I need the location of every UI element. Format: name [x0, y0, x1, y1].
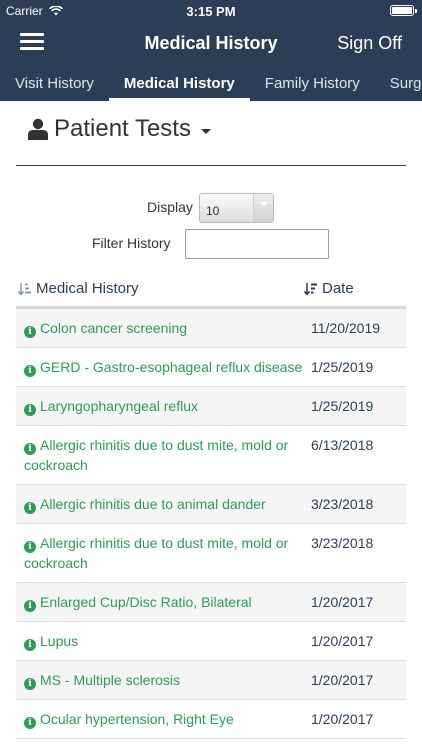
table-row: i Lupus 1/20/2017	[16, 622, 406, 661]
display-label: Display	[147, 199, 193, 215]
condition-name: Laryngopharyngeal reflux	[40, 398, 198, 414]
condition-name: GERD - Gastro-esophageal reflux disease	[40, 359, 303, 375]
table-row: i Laryngopharyngeal reflux 1/25/2019	[16, 387, 406, 426]
tab-family-history[interactable]: Family History	[250, 64, 375, 101]
medical-history-table: i Colon cancer screening 11/20/2019 i GERD…	[16, 309, 406, 739]
display-count-select[interactable]: 10	[199, 193, 274, 223]
info-icon: i	[24, 502, 36, 514]
condition-link[interactable]: i Allergic rhinitis due to dust mite, mol…	[16, 435, 303, 475]
table-row: i Allergic rhinitis due to dust mite, mol…	[16, 524, 406, 583]
condition-date: 11/20/2019	[311, 320, 381, 336]
app-header: Carrier 3:15 PM Medical History Sign Off…	[0, 0, 422, 101]
select-arrow-icon	[253, 194, 273, 222]
status-time: 3:15 PM	[186, 4, 236, 19]
filter-history-input[interactable]	[185, 229, 329, 259]
condition-date: 1/20/2017	[311, 633, 374, 649]
info-icon: i	[24, 639, 36, 651]
user-icon	[28, 118, 48, 140]
condition-link[interactable]: i Colon cancer screening	[16, 318, 303, 338]
table-row: i Colon cancer screening 11/20/2019	[16, 309, 406, 348]
condition-date: 1/20/2017	[311, 711, 374, 727]
info-icon: i	[24, 678, 36, 690]
condition-name: Allergic rhinitis due to animal dander	[40, 496, 266, 512]
sort-icon	[304, 282, 317, 296]
tab-surgical-history[interactable]: Surg	[375, 64, 422, 101]
navbar: Medical History Sign Off	[0, 22, 422, 64]
column-label-medical-history: Medical History	[36, 280, 139, 297]
section-divider	[16, 165, 406, 166]
condition-date: 3/23/2018	[311, 496, 374, 512]
info-icon: i	[24, 365, 36, 377]
info-icon: i	[24, 717, 36, 729]
condition-link[interactable]: i Allergic rhinitis due to animal dander	[16, 494, 303, 514]
condition-link[interactable]: i GERD - Gastro-esophageal reflux disease	[16, 357, 303, 377]
condition-link[interactable]: i Enlarged Cup/Disc Ratio, Bilateral	[16, 592, 303, 612]
tab-visit-history[interactable]: Visit History	[0, 64, 109, 101]
info-icon: i	[24, 326, 36, 338]
table-row: i Ocular hypertension, Right Eye 1/20/201…	[16, 700, 406, 739]
tab-medical-history[interactable]: Medical History	[108, 64, 250, 101]
condition-link[interactable]: i Allergic rhinitis due to dust mite, mol…	[16, 533, 303, 573]
condition-date: 1/25/2019	[311, 359, 374, 375]
condition-date: 1/25/2019	[311, 398, 374, 414]
condition-link[interactable]: i MS - Multiple sclerosis	[16, 670, 303, 690]
info-icon: i	[24, 600, 36, 612]
display-count-value: 10	[206, 204, 220, 218]
sort-icon	[18, 282, 31, 296]
section-title: Patient Tests	[54, 115, 191, 142]
info-icon: i	[24, 541, 36, 553]
condition-name: Colon cancer screening	[40, 320, 188, 336]
column-header-date[interactable]: Date	[304, 280, 354, 297]
condition-name: Lupus	[40, 633, 79, 649]
condition-date: 3/23/2018	[311, 535, 374, 551]
condition-name: MS - Multiple sclerosis	[40, 672, 181, 688]
info-icon: i	[24, 443, 36, 455]
sign-off-button[interactable]: Sign Off	[337, 33, 402, 54]
info-icon: i	[24, 404, 36, 416]
battery-icon	[390, 5, 417, 16]
table-row: i GERD - Gastro-esophageal reflux disease…	[16, 348, 406, 387]
condition-date: 6/13/2018	[311, 437, 374, 453]
condition-name: Allergic rhinitis due to dust mite, mold…	[24, 535, 289, 571]
table-row: i MS - Multiple sclerosis 1/20/2017	[16, 661, 406, 700]
status-bar: Carrier 3:15 PM	[0, 0, 422, 22]
condition-link[interactable]: i Ocular hypertension, Right Eye	[16, 709, 303, 729]
column-header-medical-history[interactable]: Medical History	[18, 280, 139, 297]
table-row: i Allergic rhinitis due to dust mite, mol…	[16, 426, 406, 485]
condition-link[interactable]: i Lupus	[16, 631, 303, 651]
condition-name: Allergic rhinitis due to dust mite, mold…	[24, 437, 289, 473]
table-row: i Enlarged Cup/Disc Ratio, Bilateral 1/20…	[16, 583, 406, 622]
caret-down-icon	[200, 128, 211, 134]
condition-date: 1/20/2017	[311, 594, 374, 610]
condition-date: 1/20/2017	[311, 672, 374, 688]
filter-label: Filter History	[92, 235, 171, 251]
patient-tests-dropdown[interactable]: Patient Tests	[16, 115, 211, 143]
table-row: i Allergic rhinitis due to animal dander …	[16, 485, 406, 524]
main-content: Patient Tests Display 10 Filter History …	[0, 101, 422, 750]
column-label-date: Date	[322, 280, 354, 297]
condition-name: Ocular hypertension, Right Eye	[40, 711, 234, 727]
condition-name: Enlarged Cup/Disc Ratio, Bilateral	[40, 594, 252, 610]
condition-link[interactable]: i Laryngopharyngeal reflux	[16, 396, 303, 416]
tab-bar: Visit History Medical History Family His…	[0, 64, 422, 101]
